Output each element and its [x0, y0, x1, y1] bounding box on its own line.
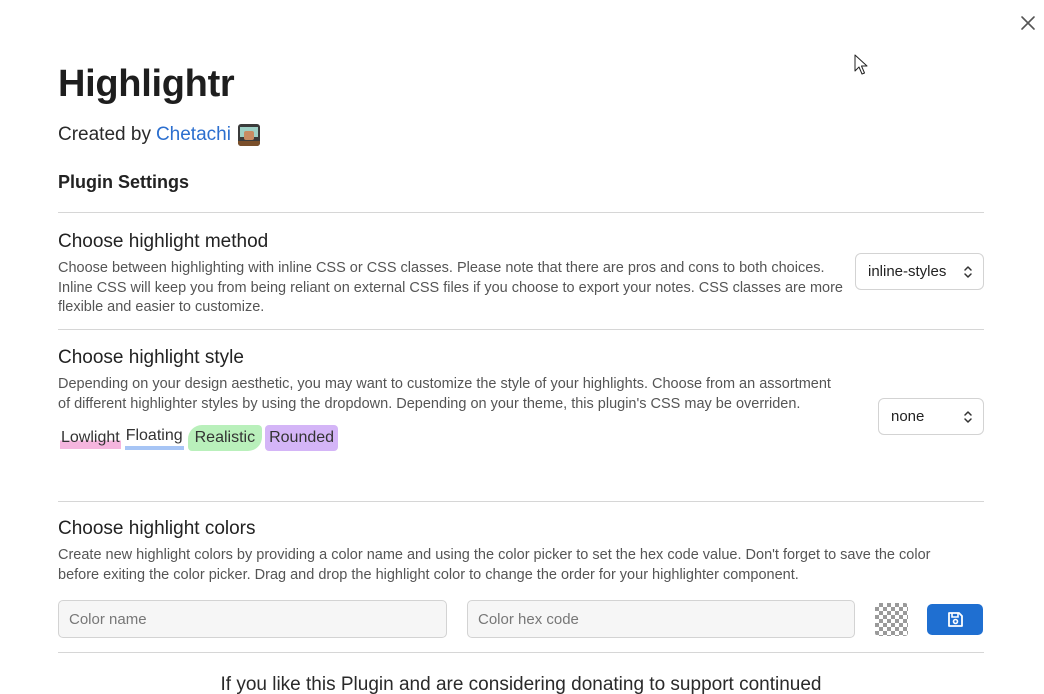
chevron-updown-icon — [964, 266, 972, 278]
sample-realistic: Realistic — [187, 425, 263, 451]
sample-rounded: Rounded — [265, 425, 339, 451]
author-link[interactable]: Chetachi — [156, 122, 231, 148]
color-input-row — [58, 600, 984, 638]
setting-name: Choose highlight colors — [58, 518, 256, 539]
section-title: Plugin Settings — [58, 172, 190, 192]
selected-value: none — [891, 408, 925, 425]
floppy-disk-icon — [947, 611, 963, 627]
selected-value: inline-styles — [868, 263, 947, 280]
highlight-style-dropdown[interactable]: none — [878, 398, 984, 435]
setting-highlight-method: Choose highlight method Choose between h… — [58, 212, 984, 329]
sample-floating: Floating — [124, 426, 184, 450]
close-button[interactable] — [1016, 11, 1040, 35]
setting-highlight-style: Choose highlight style Depending on your… — [58, 329, 984, 501]
setting-highlight-colors: Choose highlight colors Create new highl… — [58, 501, 984, 638]
plugin-settings-modal: Highlightr Created by Chetachi Plugin Se… — [58, 60, 984, 694]
setting-name: Choose highlight method — [58, 231, 269, 252]
chevron-updown-icon — [964, 411, 972, 423]
plugin-title: Highlightr — [58, 63, 235, 105]
author-line: Created by Chetachi — [58, 122, 984, 148]
close-icon — [1021, 16, 1035, 30]
setting-description: Create new highlight colors by providing… — [58, 547, 931, 583]
setting-name: Choose highlight style — [58, 347, 244, 368]
color-picker-swatch[interactable] — [875, 602, 908, 636]
highlight-style-samples: Lowlight Floating Realistic Rounded — [58, 425, 984, 451]
created-by-label: Created by — [58, 124, 151, 145]
sample-lowlight: Lowlight — [60, 427, 121, 449]
setting-description: Depending on your design aesthetic, you … — [58, 376, 831, 412]
color-name-input[interactable] — [58, 600, 447, 638]
save-color-button[interactable] — [927, 603, 983, 635]
developer-emoji-icon — [237, 124, 260, 146]
setting-description: Choose between highlighting with inline … — [58, 260, 843, 315]
donate-message: If you like this Plugin and are consider… — [58, 652, 984, 694]
color-hex-input[interactable] — [467, 600, 855, 638]
highlight-method-dropdown[interactable]: inline-styles — [855, 253, 984, 290]
